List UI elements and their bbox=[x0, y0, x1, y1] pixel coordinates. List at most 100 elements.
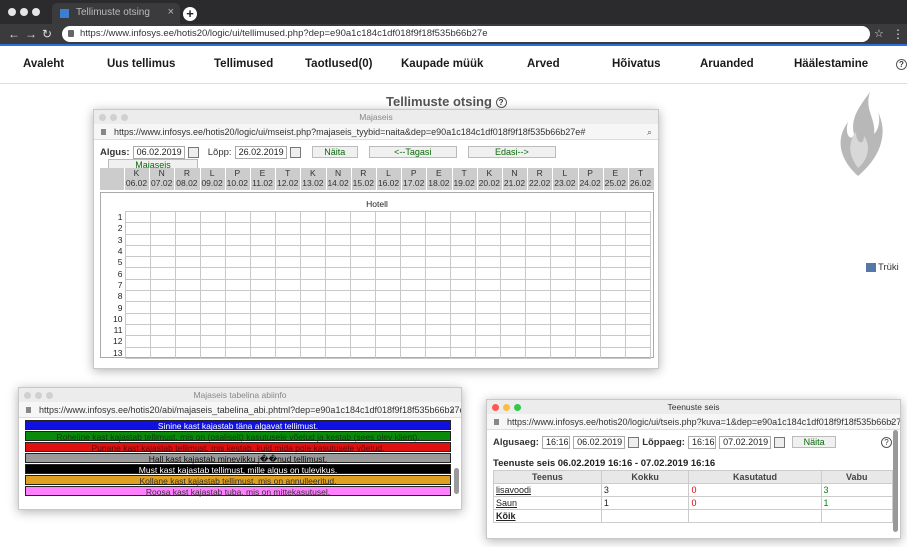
room-day-cell[interactable] bbox=[224, 233, 251, 246]
menu-kaupade-myyk[interactable]: Kaupade müük bbox=[401, 58, 483, 70]
room-day-cell[interactable] bbox=[374, 312, 401, 325]
room-day-cell[interactable] bbox=[299, 278, 326, 292]
room-day-cell[interactable] bbox=[599, 233, 626, 246]
room-day-cell[interactable] bbox=[474, 233, 501, 246]
room-day-cell[interactable] bbox=[499, 335, 526, 348]
room-day-cell[interactable] bbox=[274, 267, 301, 280]
room-day-cell[interactable] bbox=[399, 323, 426, 337]
room-day-cell[interactable] bbox=[474, 256, 501, 269]
room-day-cell[interactable] bbox=[249, 312, 276, 325]
room-day-cell[interactable] bbox=[474, 210, 501, 224]
room-day-cell[interactable] bbox=[124, 256, 151, 269]
room-day-cell[interactable] bbox=[249, 210, 276, 224]
room-day-cell[interactable] bbox=[499, 323, 526, 337]
room-day-cell[interactable] bbox=[224, 335, 251, 348]
room-day-cell[interactable] bbox=[474, 244, 501, 258]
room-day-cell[interactable] bbox=[524, 278, 551, 292]
room-day-cell[interactable] bbox=[449, 256, 476, 269]
room-day-cell[interactable] bbox=[399, 312, 426, 325]
room-day-cell[interactable] bbox=[549, 301, 576, 314]
help-icon[interactable]: ? bbox=[896, 59, 907, 70]
room-day-cell[interactable] bbox=[349, 278, 376, 292]
help-icon[interactable]: ? bbox=[881, 437, 892, 448]
room-day-cell[interactable] bbox=[449, 323, 476, 337]
room-day-cell[interactable] bbox=[124, 278, 151, 292]
room-day-cell[interactable] bbox=[524, 210, 551, 224]
room-day-cell[interactable] bbox=[424, 278, 451, 292]
room-day-cell[interactable] bbox=[324, 323, 351, 337]
room-day-cell[interactable] bbox=[224, 290, 251, 303]
algus-input[interactable]: 06.02.2019 bbox=[132, 146, 185, 159]
room-day-cell[interactable] bbox=[249, 222, 276, 235]
lopp-time-input[interactable]: 16:16 bbox=[688, 436, 716, 449]
majaseis-url-bar[interactable]: https://www.infosys.ee/hotis20/logic/ui/… bbox=[94, 124, 658, 140]
service-link[interactable]: lisavoodi bbox=[493, 483, 602, 497]
menu-avaleht[interactable]: Avaleht bbox=[23, 58, 64, 70]
room-day-cell[interactable] bbox=[174, 290, 201, 303]
room-day-cell[interactable] bbox=[249, 278, 276, 292]
room-day-cell[interactable] bbox=[249, 346, 276, 359]
room-day-cell[interactable] bbox=[199, 301, 226, 314]
menu-icon[interactable]: ⋮ bbox=[892, 27, 904, 41]
room-day-cell[interactable] bbox=[174, 335, 201, 348]
star-icon[interactable]: ☆ bbox=[874, 27, 884, 40]
room-day-cell[interactable] bbox=[624, 335, 651, 348]
window-minimize-button[interactable] bbox=[35, 392, 42, 399]
room-day-cell[interactable] bbox=[374, 335, 401, 348]
room-day-cell[interactable] bbox=[174, 233, 201, 246]
room-day-cell[interactable] bbox=[549, 290, 576, 303]
room-day-cell[interactable] bbox=[524, 346, 551, 359]
room-day-cell[interactable] bbox=[499, 210, 526, 224]
help-icon[interactable]: ? bbox=[495, 97, 507, 109]
room-day-cell[interactable] bbox=[574, 346, 601, 359]
room-day-cell[interactable] bbox=[524, 256, 551, 269]
room-day-cell[interactable] bbox=[549, 256, 576, 269]
room-day-cell[interactable] bbox=[574, 210, 601, 224]
room-day-cell[interactable] bbox=[374, 278, 401, 292]
room-day-cell[interactable] bbox=[499, 290, 526, 303]
room-day-cell[interactable] bbox=[374, 346, 401, 359]
room-day-cell[interactable] bbox=[324, 210, 351, 224]
room-day-cell[interactable] bbox=[124, 323, 151, 337]
room-day-cell[interactable] bbox=[574, 278, 601, 292]
room-day-cell[interactable] bbox=[274, 346, 301, 359]
room-day-cell[interactable] bbox=[149, 244, 176, 258]
room-day-cell[interactable] bbox=[224, 210, 251, 224]
print-link[interactable]: Trüki bbox=[866, 262, 899, 273]
scrollbar-thumb[interactable] bbox=[893, 430, 898, 532]
room-day-cell[interactable] bbox=[624, 267, 651, 280]
room-day-cell[interactable] bbox=[574, 233, 601, 246]
room-day-cell[interactable] bbox=[399, 346, 426, 359]
room-day-cell[interactable] bbox=[274, 222, 301, 235]
room-day-cell[interactable] bbox=[374, 222, 401, 235]
room-day-cell[interactable] bbox=[299, 323, 326, 337]
room-day-cell[interactable] bbox=[624, 256, 651, 269]
room-day-cell[interactable] bbox=[124, 233, 151, 246]
room-day-cell[interactable] bbox=[299, 233, 326, 246]
zoom-icon[interactable]: ⌕ bbox=[450, 402, 455, 417]
room-day-cell[interactable] bbox=[599, 244, 626, 258]
room-day-cell[interactable] bbox=[524, 267, 551, 280]
window-minimize-button[interactable] bbox=[110, 114, 117, 121]
room-day-cell[interactable] bbox=[599, 210, 626, 224]
room-day-cell[interactable] bbox=[449, 222, 476, 235]
tagasi-button[interactable]: <--Tagasi bbox=[368, 146, 457, 158]
room-day-cell[interactable] bbox=[149, 346, 176, 359]
forward-icon[interactable]: → bbox=[25, 27, 37, 41]
room-day-cell[interactable] bbox=[474, 267, 501, 280]
room-day-cell[interactable] bbox=[249, 323, 276, 337]
room-day-cell[interactable] bbox=[274, 323, 301, 337]
room-day-cell[interactable] bbox=[449, 233, 476, 246]
room-day-cell[interactable] bbox=[124, 210, 151, 224]
algus-time-input[interactable]: 16:16 bbox=[542, 436, 570, 449]
naita-button[interactable]: Näita bbox=[792, 436, 837, 448]
room-day-cell[interactable] bbox=[124, 312, 151, 325]
room-day-cell[interactable] bbox=[624, 210, 651, 224]
room-day-cell[interactable] bbox=[399, 335, 426, 348]
room-day-cell[interactable] bbox=[474, 222, 501, 235]
room-day-cell[interactable] bbox=[499, 244, 526, 258]
room-day-cell[interactable] bbox=[149, 267, 176, 280]
room-day-cell[interactable] bbox=[449, 335, 476, 348]
room-day-cell[interactable] bbox=[574, 256, 601, 269]
room-day-cell[interactable] bbox=[324, 335, 351, 348]
